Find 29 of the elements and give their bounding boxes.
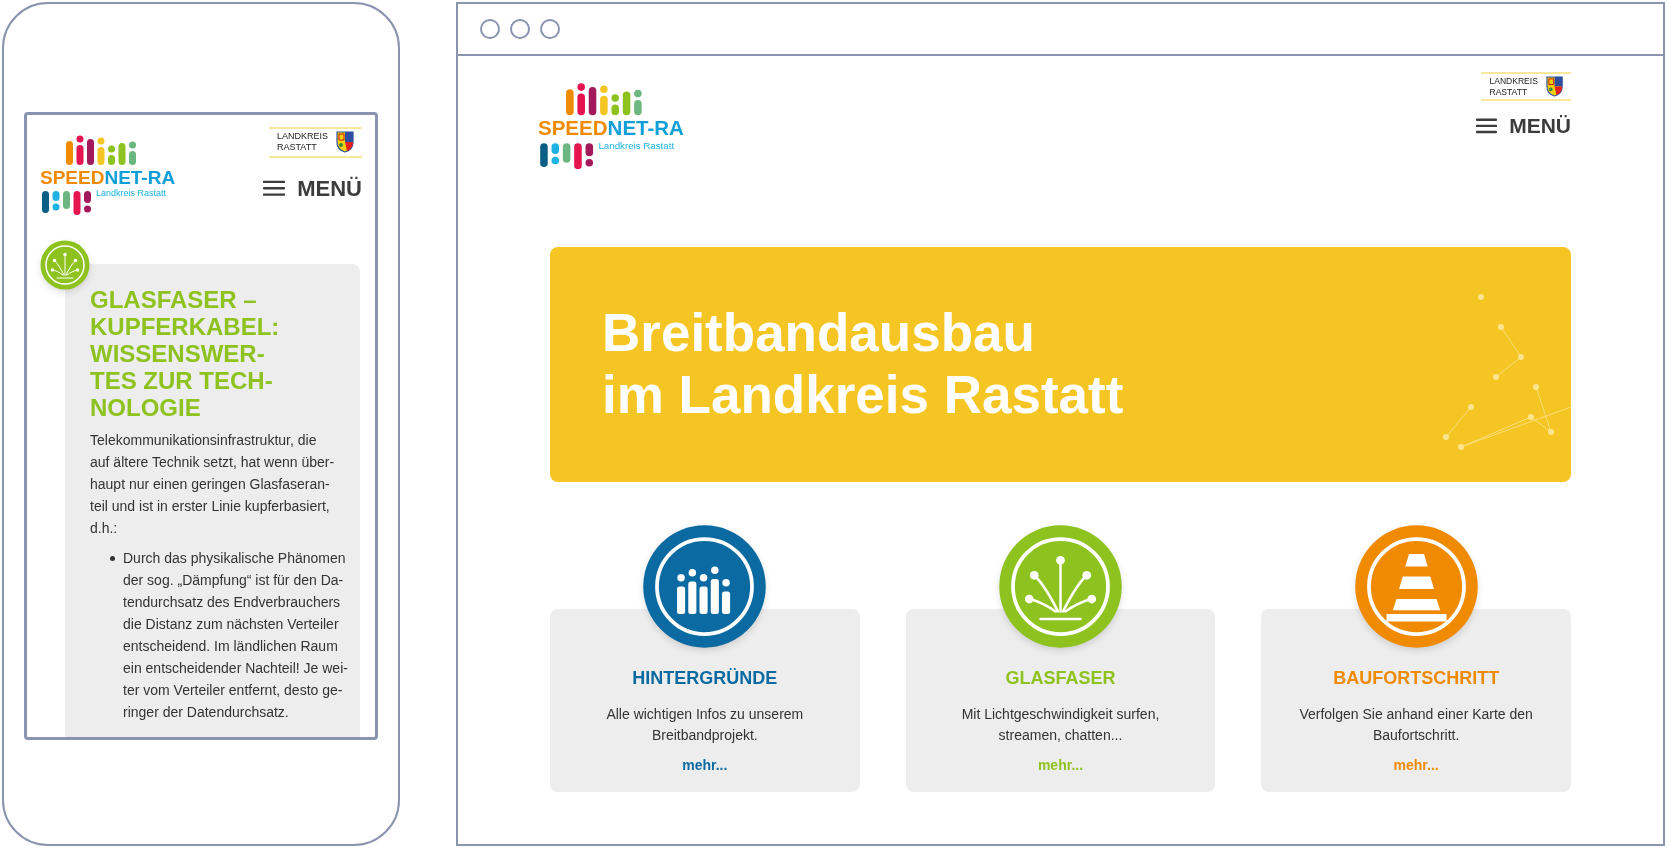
bullet-text: Durch das physikalische Phänomen der sog. „Dämpfung“ ist für den Da- tendurchsatz des Endverbrauchers die Distanz zum nächsten Verteiler entscheidend. Im ländlichen Raum ein entscheidender Nachteil! Je wei- ter vom Verteiler entfernt, desto ge- ringer der Datendurchsatz.: [123, 549, 348, 722]
window-control-icon[interactable]: [510, 19, 530, 39]
district-name: LANDKREIS: [276, 131, 328, 143]
menu-icon: [1476, 117, 1498, 134]
coat-of-arms-icon: [336, 131, 354, 154]
logo-text: SPEEDNET-RA: [538, 118, 684, 139]
more-link[interactable]: mehr...: [682, 754, 728, 776]
card-text: Alle wichtigen Infos zu unserem Breitbandprojekt.: [606, 704, 804, 745]
district-name: RASTATT: [1489, 86, 1529, 98]
window-control-icon[interactable]: [540, 19, 560, 39]
menu-icon: [263, 180, 286, 197]
card-text: Verfolgen Sie anhand einer Karte den Baufortschritt.: [1299, 704, 1533, 745]
article-heading: GLASFASER – KUPFERKABEL: WISSENSWER- TES ZUR TECH- NOLOGIE: [90, 286, 281, 421]
card-title: BAUFORTSCHRITT: [1333, 666, 1500, 690]
menu-button[interactable]: MENÜ: [1476, 115, 1571, 137]
logo-subtitle: Landkreis Rastatt: [598, 141, 675, 151]
district-name: LANDKREIS: [1489, 75, 1538, 87]
district-name: RASTATT: [276, 142, 318, 154]
article-paragraph: Telekommunikationsinfrastruktur, die auf ältere Technik setzt, hat wenn über- haupt nur einen geringen Glasfaseran- teil und ist in erster Linie kupferbasiert, d.h.:: [90, 431, 336, 538]
fiber-strands-icon: [40, 240, 90, 290]
hero-title: Breitbandausbau im Landkreis Rastatt: [602, 302, 1124, 427]
coat-of-arms-icon: [1545, 76, 1563, 97]
card-title: HINTERGRÜNDE: [632, 666, 778, 690]
window-control-icon[interactable]: [480, 19, 500, 39]
menu-button[interactable]: MENÜ: [263, 177, 362, 200]
card-title: GLASFASER: [1005, 666, 1116, 690]
card-text: Mit Lichtgeschwindigkeit surfen, streamen, chatten...: [961, 704, 1160, 745]
logo-text: SPEEDNET-RA: [40, 168, 176, 187]
logo-subtitle: Landkreis Rastatt: [96, 189, 167, 198]
